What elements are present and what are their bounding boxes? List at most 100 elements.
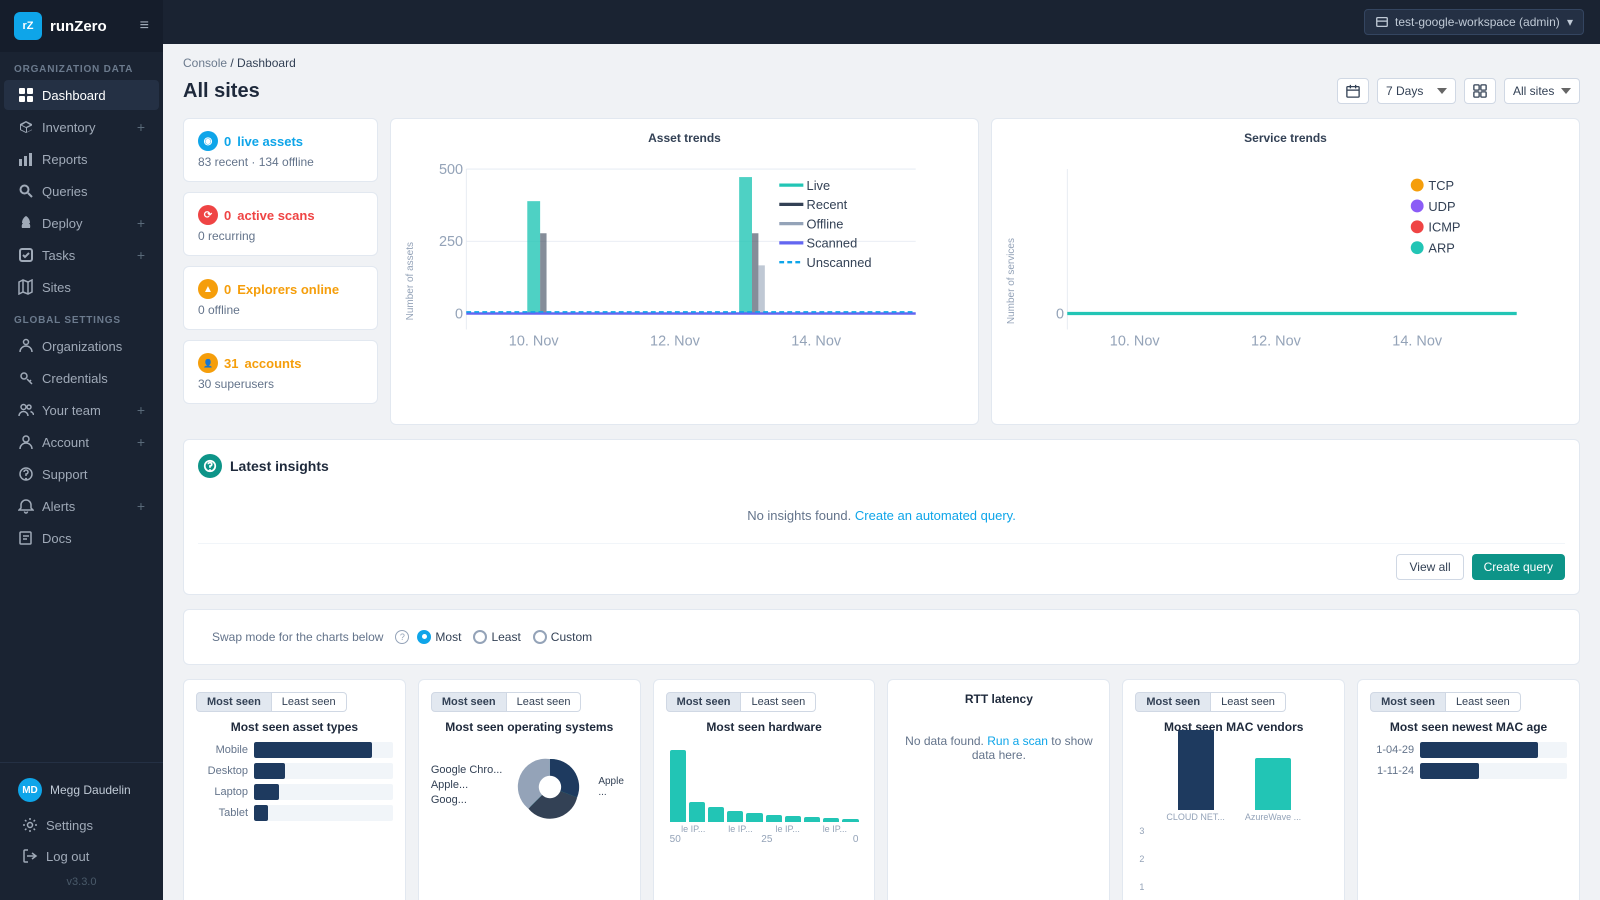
calendar-button[interactable] (1337, 78, 1369, 104)
insights-header: Latest insights (198, 454, 1565, 478)
os-least-tab[interactable]: Least seen (507, 692, 582, 712)
create-query-button[interactable]: Create query (1472, 554, 1565, 580)
info-icon[interactable]: ? (395, 630, 409, 644)
swap-label: Swap mode for the charts below (212, 630, 383, 644)
service-trends-ylabel: Number of services (1004, 238, 1017, 324)
sidebar-item-reports[interactable]: Reports (4, 144, 159, 174)
asset-trends-chart: 500 250 0 (416, 153, 966, 410)
deploy-plus[interactable]: + (137, 215, 145, 231)
sidebar-item-your-team[interactable]: Your team + (4, 395, 159, 425)
hw-most-tab[interactable]: Most seen (666, 692, 742, 712)
version-label: v3.3.0 (4, 872, 159, 892)
sidebar-item-settings[interactable]: Settings (8, 810, 155, 840)
svg-text:250: 250 (439, 234, 463, 250)
radio-custom-label: Custom (551, 630, 592, 644)
sites-icon-button[interactable] (1464, 78, 1496, 104)
sidebar-item-docs[interactable]: Docs (4, 523, 159, 553)
insights-create-link[interactable]: Create an automated query. (855, 508, 1016, 523)
mac-age-label-2: 1-11-24 (1370, 765, 1414, 777)
sidebar-item-organizations[interactable]: Organizations (4, 331, 159, 361)
hw-bar-3 (708, 807, 724, 821)
rtt-run-scan-link[interactable]: Run a scan (987, 734, 1048, 748)
topbar: test-google-workspace (admin) ▾ (163, 0, 1600, 44)
breadcrumb-console[interactable]: Console (183, 56, 227, 70)
accounts-count: 31 (224, 356, 238, 371)
sidebar: rZ runZero ≡ ORGANIZATION DATA Dashboard… (0, 0, 163, 900)
insights-title: Latest insights (230, 458, 329, 474)
team-plus[interactable]: + (137, 402, 145, 418)
radio-most-circle (417, 630, 431, 644)
hw-least-tab[interactable]: Least seen (741, 692, 816, 712)
svg-text:12. Nov: 12. Nov (650, 334, 701, 350)
svg-text:0: 0 (1056, 306, 1064, 322)
sidebar-item-support[interactable]: Support (4, 459, 159, 489)
explorers-header: ▲ 0 Explorers online (198, 279, 363, 299)
mac-vendors-most-tab[interactable]: Most seen (1135, 692, 1211, 712)
swap-row: Swap mode for the charts below ? Most Le… (198, 622, 1565, 652)
radio-least[interactable]: Least (473, 630, 520, 644)
sidebar-item-account[interactable]: Account + (4, 427, 159, 457)
hw-bar-8 (804, 817, 820, 822)
chart-icon (18, 151, 34, 167)
sidebar-item-queries[interactable]: Queries (4, 176, 159, 206)
sidebar-item-label: Credentials (42, 371, 108, 386)
help-icon (18, 466, 34, 482)
org-icon (18, 338, 34, 354)
hbar-mobile-track (254, 742, 393, 758)
os-tabs: Most seen Least seen (431, 692, 628, 712)
workspace-selector[interactable]: test-google-workspace (admin) ▾ (1364, 9, 1584, 35)
account-plus[interactable]: + (137, 434, 145, 450)
radio-most[interactable]: Most (417, 630, 461, 644)
sidebar-item-tasks[interactable]: Tasks + (4, 240, 159, 270)
time-select[interactable]: 7 Days 30 Days 90 Days 1 Year (1377, 78, 1456, 104)
mac-age-most-tab[interactable]: Most seen (1370, 692, 1446, 712)
sidebar-item-sites[interactable]: Sites (4, 272, 159, 302)
sidebar-item-logout[interactable]: Log out (8, 841, 155, 871)
sidebar-item-credentials[interactable]: Credentials (4, 363, 159, 393)
svg-text:UDP: UDP (1428, 199, 1455, 214)
sites-select[interactable]: All sites (1504, 78, 1580, 104)
os-legend-2: Apple... (431, 779, 503, 791)
mac-vendors-least-tab[interactable]: Least seen (1211, 692, 1286, 712)
hw-bar-6 (766, 815, 782, 822)
sidebar-item-label: Organizations (42, 339, 122, 354)
svg-text:10. Nov: 10. Nov (1110, 334, 1161, 350)
view-all-button[interactable]: View all (1396, 554, 1463, 580)
tasks-plus[interactable]: + (137, 247, 145, 263)
sidebar-item-inventory[interactable]: Inventory + (4, 112, 159, 142)
mac-age-least-tab[interactable]: Least seen (1446, 692, 1521, 712)
sidebar-item-alerts[interactable]: Alerts + (4, 491, 159, 521)
mac-age-bars: 1-04-29 1-11-24 (1370, 742, 1567, 779)
asset-types-bars: Mobile Desktop Laptop Tablet (196, 742, 393, 821)
sidebar-item-label: Alerts (42, 499, 75, 514)
hbar-desktop-fill (254, 763, 285, 779)
service-trends-title: Service trends (1004, 131, 1567, 145)
accounts-card: 👤 31 accounts 30 superusers (183, 340, 378, 404)
mac-vendors-yticks: 3210 (1135, 826, 1332, 900)
mac-vendor-1: CLOUD NET... (1166, 730, 1225, 822)
sites-icon (1473, 84, 1487, 98)
org-section-label: ORGANIZATION DATA (0, 52, 163, 79)
user-section: MD Megg Daudelin (4, 771, 159, 809)
sidebar-item-label: Deploy (42, 216, 82, 231)
inventory-plus[interactable]: + (137, 119, 145, 135)
sidebar-item-deploy[interactable]: Deploy + (4, 208, 159, 238)
live-assets-sub: 83 recent · 134 offline (198, 155, 363, 169)
service-trends-card: Service trends Number of services 0 10. … (991, 118, 1580, 425)
alerts-plus[interactable]: + (137, 498, 145, 514)
asset-types-card: Most seen Least seen Most seen asset typ… (183, 679, 406, 900)
users-icon (18, 402, 34, 418)
rtt-card: RTT latency No data found. Run a scan to… (887, 679, 1110, 900)
sites-header: All sites 7 Days 30 Days 90 Days 1 Year (183, 78, 1580, 104)
os-most-tab[interactable]: Most seen (431, 692, 507, 712)
sidebar-item-dashboard[interactable]: Dashboard (4, 80, 159, 110)
os-pie-container: Google Chro... Apple... Goog... (431, 742, 628, 832)
sidebar-item-label: Queries (42, 184, 88, 199)
asset-types-least-tab[interactable]: Least seen (272, 692, 347, 712)
radio-custom[interactable]: Custom (533, 630, 592, 644)
os-legend-1: Google Chro... (431, 764, 503, 776)
os-pie-label: Apple ... (598, 776, 627, 798)
hbar-mobile-fill (254, 742, 372, 758)
asset-types-most-tab[interactable]: Most seen (196, 692, 272, 712)
hamburger-icon[interactable]: ≡ (140, 17, 149, 35)
